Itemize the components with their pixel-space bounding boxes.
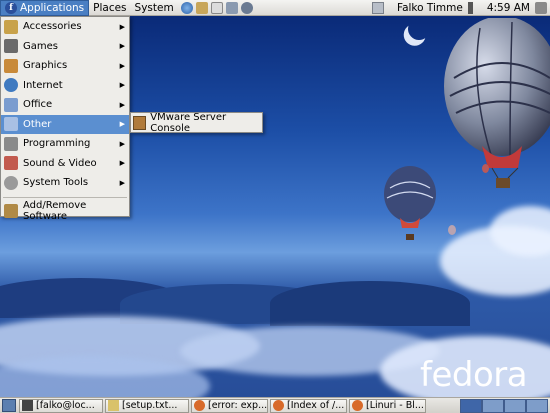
submenu-arrow-icon: ▶ <box>119 42 125 51</box>
other-submenu: VMware Server Console <box>130 112 263 134</box>
terminal-icon <box>22 400 33 411</box>
places-menu[interactable]: Places <box>89 0 130 16</box>
menu-item-label: Sound & Video <box>23 157 97 169</box>
clock[interactable]: 4:59 AM <box>482 2 535 14</box>
task-label: [Linuri - Bl... <box>366 400 424 411</box>
menu-item-sound-video[interactable]: Sound & Video ▶ <box>1 154 129 174</box>
task-label: [falko@loc... <box>36 400 95 411</box>
task-button-terminal[interactable]: [falko@loc... <box>19 398 103 413</box>
volume-icon[interactable] <box>467 1 480 14</box>
menu-item-label: Graphics <box>23 60 68 72</box>
mountain <box>270 281 470 326</box>
user-name[interactable]: Falko Timme <box>392 2 468 14</box>
menu-item-graphics[interactable]: Graphics ▶ <box>1 56 129 76</box>
applications-menu[interactable]: f Applications <box>0 0 90 16</box>
balloon-medium-image <box>384 166 436 240</box>
menu-item-label: Programming <box>23 138 91 150</box>
programming-icon <box>4 136 18 151</box>
task-button-text-editor[interactable]: [setup.txt... <box>105 398 189 413</box>
task-button-firefox-index[interactable]: [Index of /... <box>270 398 347 413</box>
menu-item-internet[interactable]: Internet ▶ <box>1 76 129 96</box>
add-remove-software-icon <box>4 204 18 219</box>
submenu-arrow-icon: ▶ <box>119 100 125 109</box>
update-notifier-icon[interactable] <box>372 1 384 14</box>
menu-item-system-tools[interactable]: System Tools ▶ <box>1 173 129 193</box>
menu-item-games[interactable]: Games ▶ <box>1 37 129 57</box>
task-label: [setup.txt... <box>122 400 178 411</box>
menu-separator <box>3 196 127 198</box>
task-label: [Index of /... <box>287 400 345 411</box>
submenu-arrow-icon: ▶ <box>119 159 125 168</box>
menu-item-label: Other <box>23 118 52 130</box>
menu-item-add-remove-software[interactable]: Add/Remove Software <box>1 200 129 223</box>
notes-icon[interactable] <box>210 1 223 14</box>
menu-item-accessories[interactable]: Accessories ▶ <box>1 17 129 37</box>
menu-item-vmware-server-console[interactable]: VMware Server Console <box>150 112 262 134</box>
workspace-3[interactable] <box>504 398 526 413</box>
workspace-2[interactable] <box>482 398 504 413</box>
vmware-icon <box>133 115 147 130</box>
menu-item-label: Internet <box>23 79 63 91</box>
folder-icon <box>4 117 18 132</box>
task-button-firefox-linuri[interactable]: [Linuri - Bl... <box>349 398 426 413</box>
balloon-small-image <box>448 225 456 235</box>
workspace-switcher <box>460 398 548 413</box>
text-editor-icon <box>108 400 119 411</box>
menu-item-label: System Tools <box>23 177 89 189</box>
menu-item-label: Accessories <box>23 21 82 33</box>
sound-video-icon <box>4 156 18 171</box>
task-label: [error: exp... <box>208 400 268 411</box>
fedora-brand-logo: fedora <box>420 355 528 395</box>
fedora-icon: f <box>5 1 17 14</box>
bottom-panel: [falko@loc... [setup.txt... [error: exp.… <box>0 397 550 413</box>
menu-item-other[interactable]: Other ▶ <box>1 114 129 134</box>
submenu-arrow-icon: ▶ <box>119 22 125 31</box>
graphics-icon <box>4 58 18 73</box>
top-panel: f Applications Places System Falko Timme… <box>0 0 550 16</box>
firefox-icon <box>194 400 205 411</box>
firefox-icon <box>352 400 363 411</box>
menu-item-programming[interactable]: Programming ▶ <box>1 134 129 154</box>
submenu-arrow-icon: ▶ <box>119 61 125 70</box>
gear-icon[interactable] <box>225 1 238 14</box>
workspace-4[interactable] <box>526 398 548 413</box>
places-menu-label: Places <box>93 1 127 14</box>
moon-decoration <box>405 16 433 43</box>
menu-item-label: Office <box>23 99 53 111</box>
mail-icon[interactable] <box>195 1 208 14</box>
system-tools-icon <box>4 175 18 190</box>
submenu-arrow-icon: ▶ <box>119 81 125 90</box>
balloon-large-image <box>444 18 550 188</box>
firefox-icon <box>273 400 284 411</box>
applications-dropdown: Accessories ▶ Games ▶ Graphics ▶ Interne… <box>0 16 130 222</box>
menu-item-office[interactable]: Office ▶ <box>1 95 129 115</box>
system-menu[interactable]: System <box>131 0 178 16</box>
browser-icon[interactable] <box>180 1 193 14</box>
system-menu-label: System <box>134 1 174 14</box>
internet-icon <box>4 78 18 93</box>
games-icon <box>4 39 18 54</box>
network-icon[interactable] <box>240 1 253 14</box>
top-panel-right: Falko Timme 4:59 AM <box>372 0 550 16</box>
menu-item-label: Add/Remove Software <box>23 200 87 223</box>
menu-item-label: Games <box>23 40 58 52</box>
power-icon[interactable] <box>535 1 547 14</box>
balloon-small-image <box>482 164 489 173</box>
office-icon <box>4 97 18 112</box>
show-desktop-button[interactable] <box>2 399 16 412</box>
submenu-arrow-icon: ▶ <box>119 120 125 129</box>
accessories-icon <box>4 19 18 34</box>
submenu-arrow-icon: ▶ <box>119 178 125 187</box>
workspace-1[interactable] <box>460 398 482 413</box>
submenu-arrow-icon: ▶ <box>119 139 125 148</box>
task-button-firefox-error[interactable]: [error: exp... <box>191 398 268 413</box>
applications-menu-label: Applications <box>20 1 85 14</box>
